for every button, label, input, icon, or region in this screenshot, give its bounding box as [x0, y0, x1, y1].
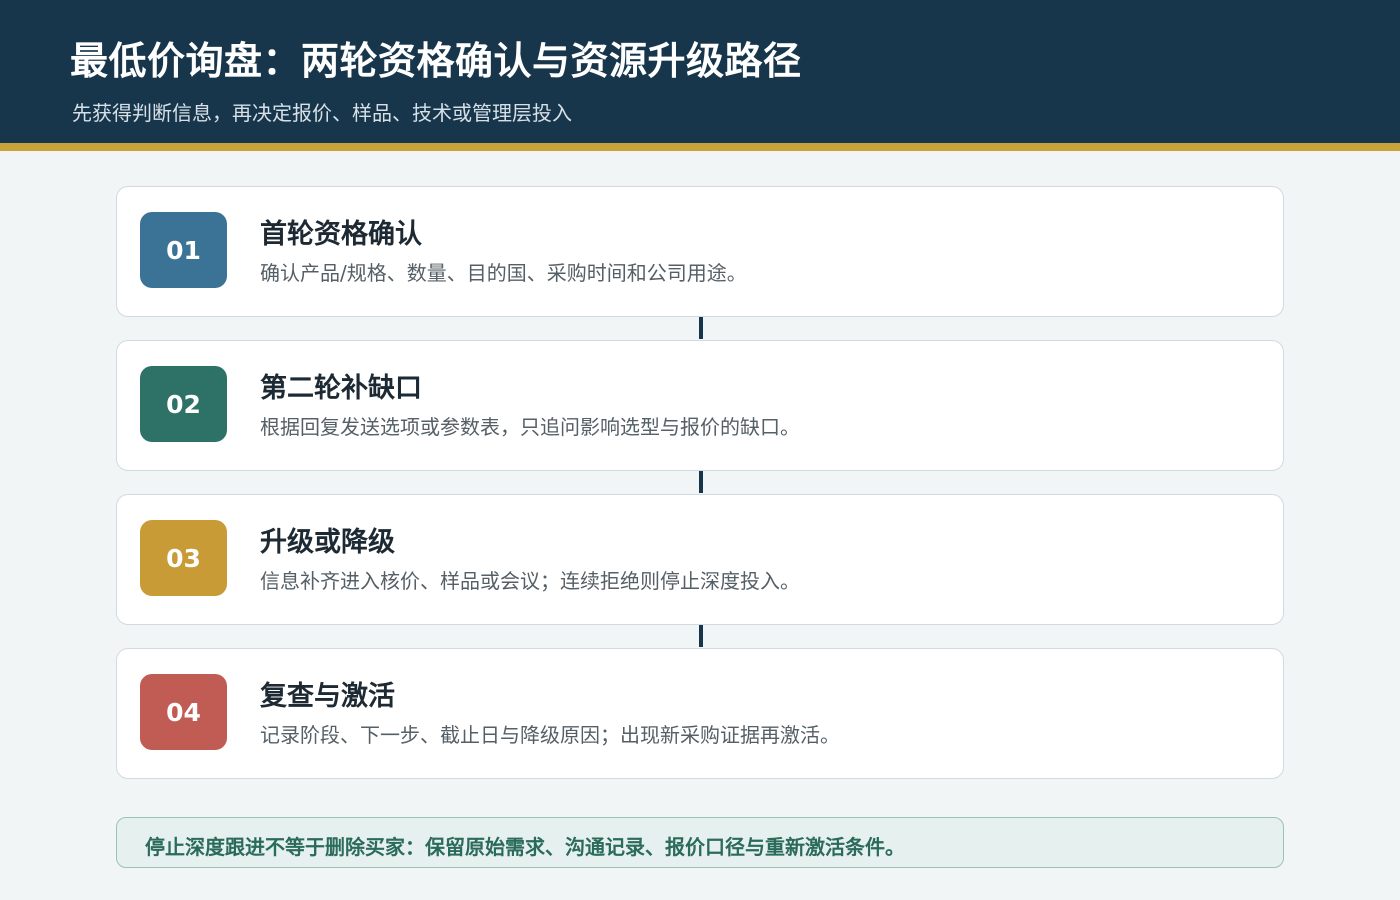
step-title: 复查与激活: [260, 681, 395, 712]
step-title: 第二轮补缺口: [260, 373, 422, 404]
header-accent-bar: [0, 143, 1400, 151]
step-card-4: 04 复查与激活 记录阶段、下一步、截止日与降级原因；出现新采购证据再激活。: [116, 648, 1284, 779]
step-card-3: 03 升级或降级 信息补齐进入核价、样品或会议；连续拒绝则停止深度投入。: [116, 494, 1284, 625]
step-title: 首轮资格确认: [260, 219, 422, 250]
step-number-badge: 03: [140, 520, 227, 596]
page-title: 最低价询盘：两轮资格确认与资源升级路径: [70, 39, 802, 83]
retention-note: 停止深度跟进不等于删除买家：保留原始需求、沟通记录、报价口径与重新激活条件。: [116, 817, 1284, 868]
step-description: 根据回复发送选项或参数表，只追问影响选型与报价的缺口。: [260, 415, 800, 439]
page-subtitle: 先获得判断信息，再决定报价、样品、技术或管理层投入: [72, 101, 572, 125]
step-number-badge: 04: [140, 674, 227, 750]
step-connector: [699, 471, 703, 493]
step-description: 信息补齐进入核价、样品或会议；连续拒绝则停止深度投入。: [260, 569, 800, 593]
note-text: 停止深度跟进不等于删除买家：保留原始需求、沟通记录、报价口径与重新激活条件。: [145, 835, 905, 859]
step-number-badge: 01: [140, 212, 227, 288]
step-number-badge: 02: [140, 366, 227, 442]
step-connector: [699, 625, 703, 647]
header-banner: 最低价询盘：两轮资格确认与资源升级路径 先获得判断信息，再决定报价、样品、技术或…: [0, 0, 1400, 143]
step-description: 记录阶段、下一步、截止日与降级原因；出现新采购证据再激活。: [260, 723, 840, 747]
step-card-2: 02 第二轮补缺口 根据回复发送选项或参数表，只追问影响选型与报价的缺口。: [116, 340, 1284, 471]
step-card-1: 01 首轮资格确认 确认产品/规格、数量、目的国、采购时间和公司用途。: [116, 186, 1284, 317]
step-description: 确认产品/规格、数量、目的国、采购时间和公司用途。: [260, 261, 747, 285]
step-title: 升级或降级: [260, 527, 395, 558]
step-connector: [699, 317, 703, 339]
